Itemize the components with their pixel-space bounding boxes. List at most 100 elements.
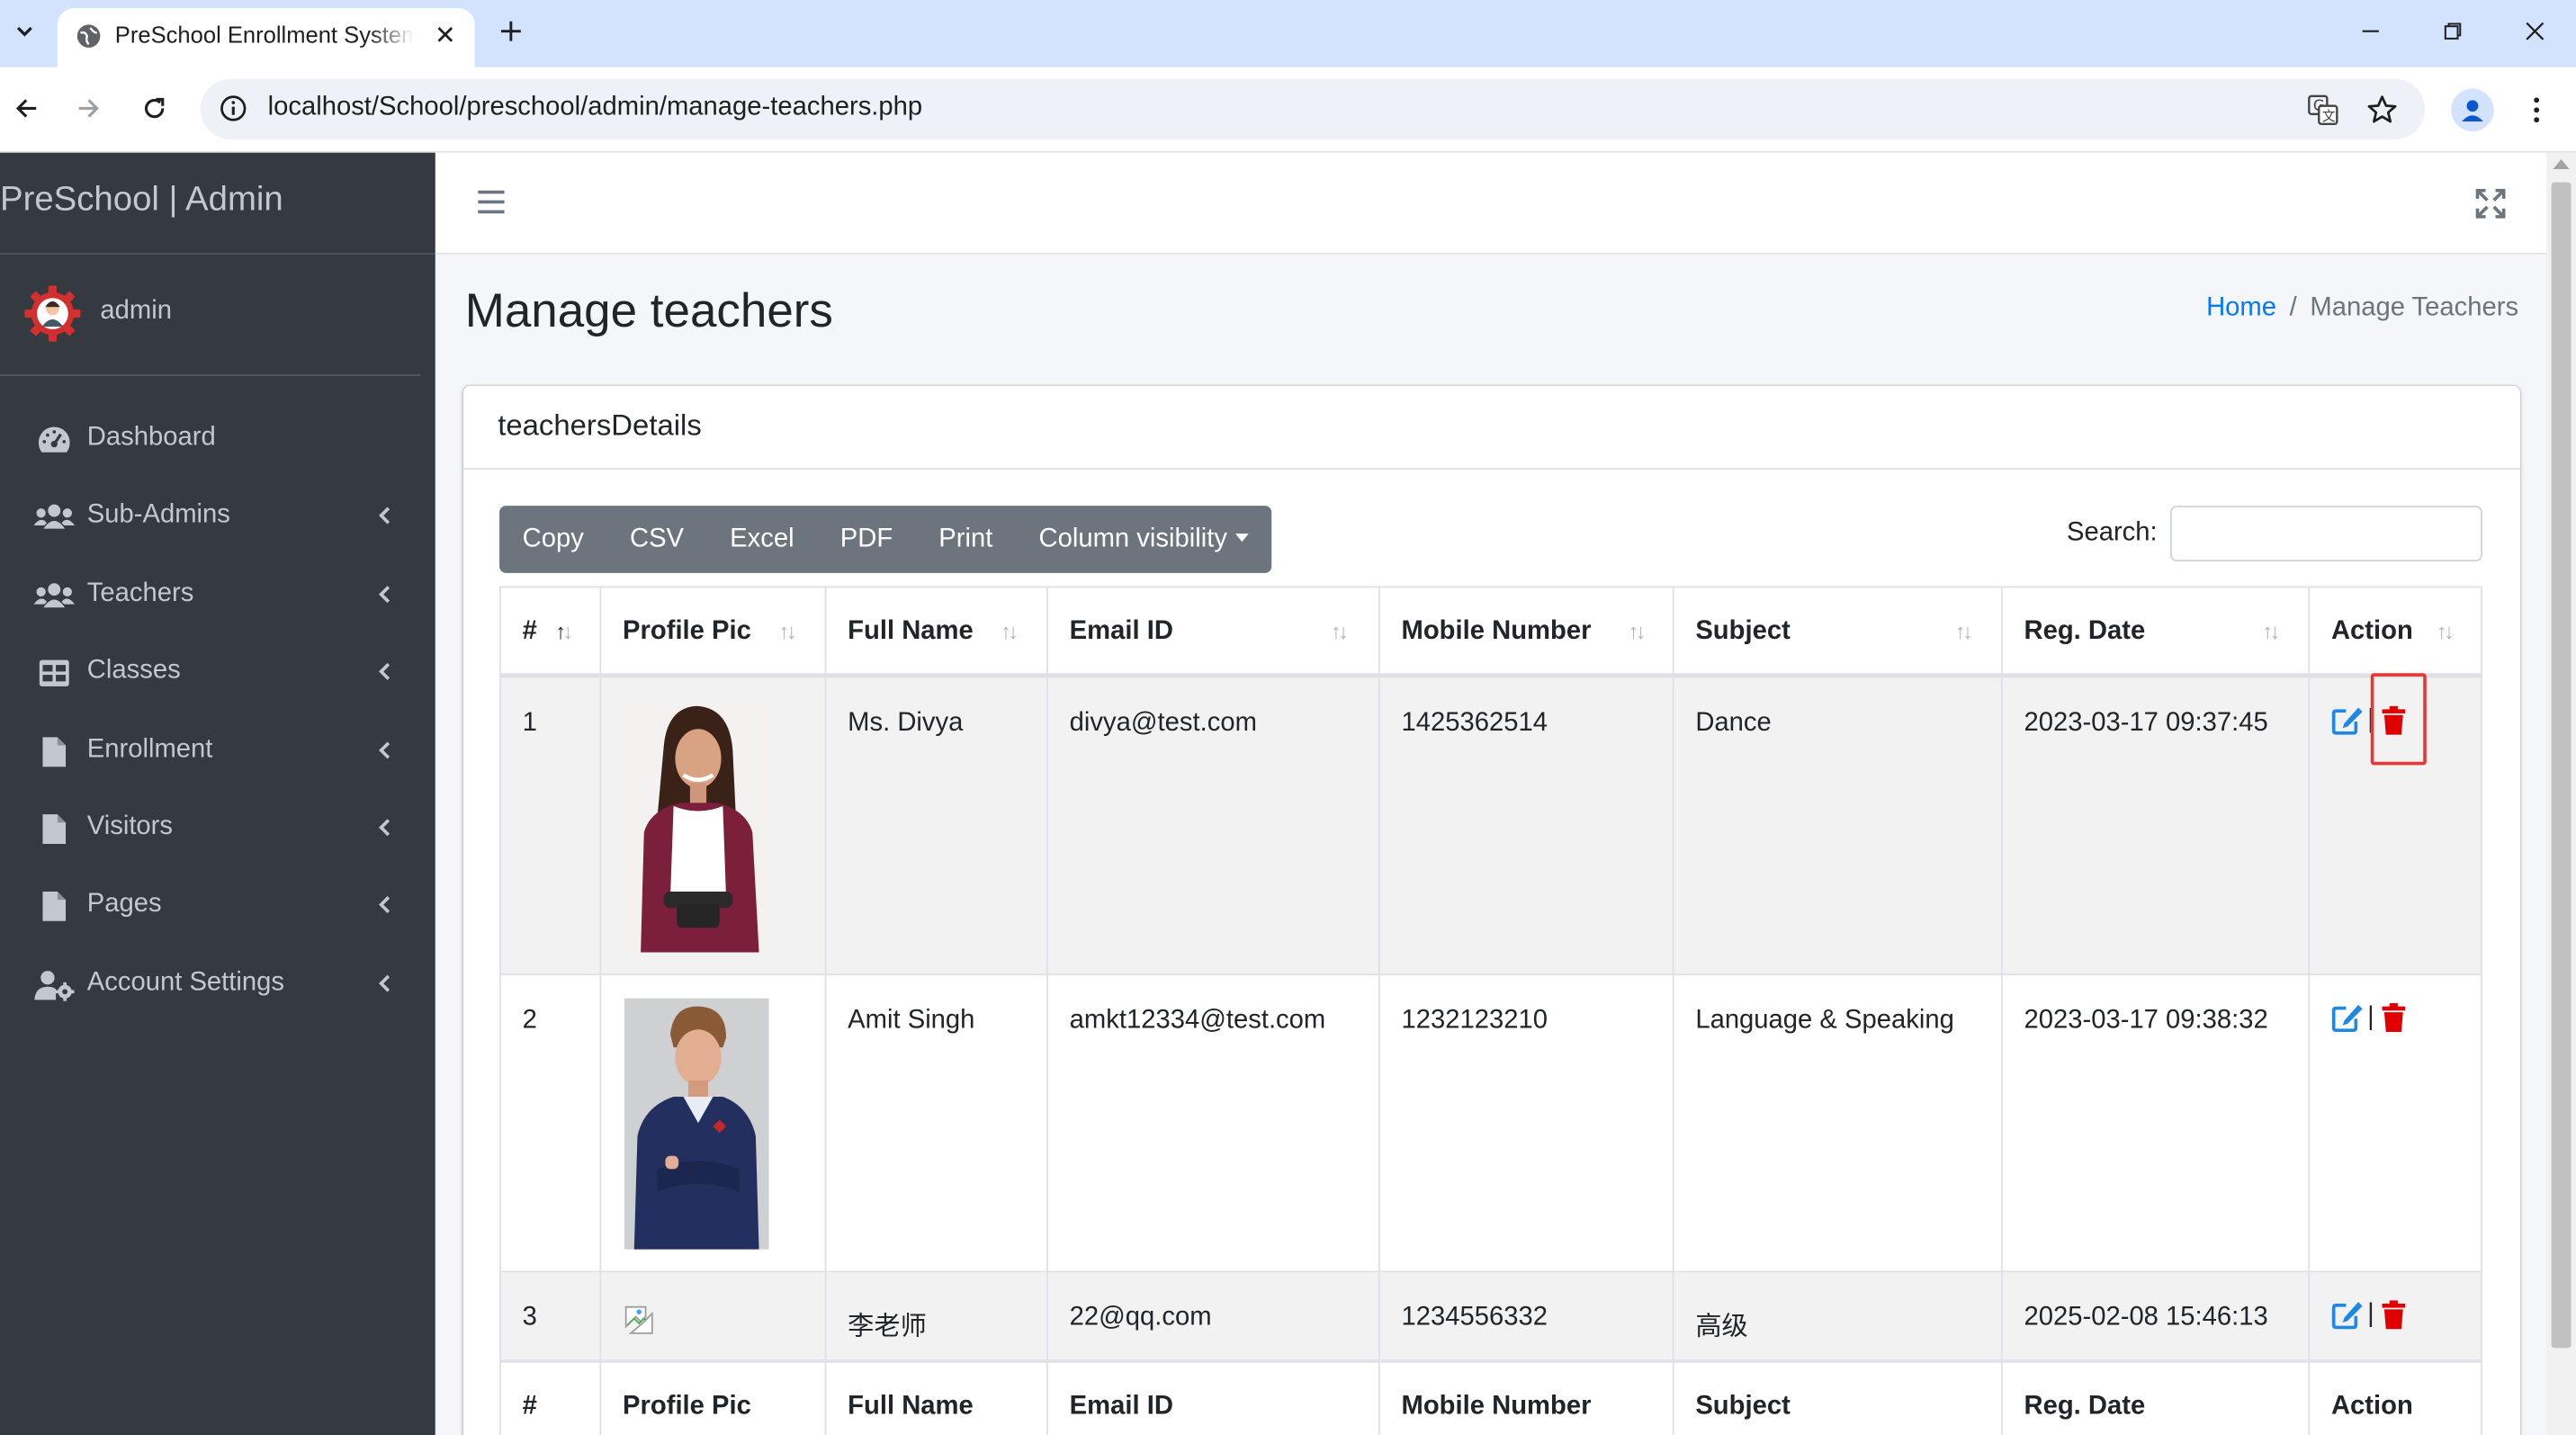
teacher-photo-man xyxy=(624,998,769,1250)
cell-full-name: Ms. Divya xyxy=(824,677,1047,976)
table-icon xyxy=(33,655,76,691)
browser-tab-strip: PreSchool Enrollment System xyxy=(0,0,2576,67)
cell-email: divya@test.com xyxy=(1046,677,1378,976)
footer-cell: # xyxy=(499,1360,600,1435)
reg-date: 2023-03-17 09:38:32 xyxy=(2024,1006,2268,1035)
plus-icon[interactable] xyxy=(493,13,529,49)
info-icon[interactable] xyxy=(219,94,248,123)
column-header-label: # xyxy=(522,617,537,646)
trash-icon[interactable] xyxy=(2377,1299,2410,1332)
close-window-icon[interactable] xyxy=(2510,10,2560,52)
search-input[interactable] xyxy=(2170,506,2482,562)
footer-cell: Full Name xyxy=(824,1360,1047,1435)
footer-cell: Reg. Date xyxy=(2000,1360,2309,1435)
column-header-reg-date[interactable]: Reg. Date ↑↓ xyxy=(2000,586,2309,678)
csv-button[interactable]: CSV xyxy=(606,506,706,573)
column-header-label: Profile Pic xyxy=(623,617,751,646)
sidebar-item-enrollment[interactable]: Enrollment xyxy=(0,714,435,790)
action-separator: | xyxy=(2367,1003,2374,1032)
footer-cell: Action xyxy=(2308,1360,2482,1435)
sort-icon: ↑↓ xyxy=(1000,619,1019,644)
table-footer: # Profile Pic Full Name Email ID Mobile … xyxy=(499,1360,2482,1435)
column-header-action[interactable]: Action ↑↓ xyxy=(2308,586,2482,678)
chevron-left-icon xyxy=(374,972,394,995)
search-label: Search: xyxy=(2066,518,2158,547)
fullscreen-icon[interactable] xyxy=(2473,185,2509,221)
sort-icon: ↑↓ xyxy=(1330,619,1349,644)
kebab-menu-icon[interactable] xyxy=(2520,89,2554,131)
column-header-profile-pic[interactable]: Profile Pic ↑↓ xyxy=(599,586,825,678)
sidebar-item-account-settings[interactable]: Account Settings xyxy=(0,947,435,1023)
reg-date: 2025-02-08 15:46:13 xyxy=(2024,1304,2268,1332)
cell-action: | xyxy=(2308,1272,2482,1361)
sidebar-item-sub-admins[interactable]: Sub-Admins xyxy=(0,480,435,555)
breadcrumb-current: Manage Teachers xyxy=(2310,293,2519,322)
column-visibility-label: Column visibility xyxy=(1038,525,1227,554)
column-header-label: Full Name xyxy=(848,617,974,646)
footer-cell: Email ID xyxy=(1046,1360,1378,1435)
column-visibility-button[interactable]: Column visibility xyxy=(1016,506,1271,573)
svg-text:文: 文 xyxy=(2322,109,2336,124)
cell-action: | xyxy=(2308,677,2482,976)
browser-toolbar: localhost/School/preschool/admin/manage-… xyxy=(0,67,2576,153)
trash-icon[interactable] xyxy=(2377,1001,2410,1034)
hamburger-icon[interactable] xyxy=(475,185,508,218)
copy-button[interactable]: Copy xyxy=(499,506,606,573)
reload-icon[interactable] xyxy=(135,89,175,129)
footer-label: Email ID xyxy=(1069,1392,1173,1421)
sort-icon: ↑↓ xyxy=(778,619,796,644)
scroll-up-arrow-icon[interactable] xyxy=(2553,159,2570,169)
sidebar-item-label: Teachers xyxy=(86,579,194,608)
sidebar-item-teachers[interactable]: Teachers xyxy=(0,558,435,633)
restore-icon[interactable] xyxy=(2428,10,2478,52)
caret-down-icon xyxy=(1235,534,1249,543)
edit-icon[interactable] xyxy=(2331,1299,2365,1332)
sidebar-item-pages[interactable]: Pages xyxy=(0,868,435,944)
translate-icon[interactable]: G文 xyxy=(2305,92,2341,128)
forward-icon[interactable] xyxy=(69,89,109,129)
column-header-label: Subject xyxy=(1695,617,1791,646)
row-actions: | xyxy=(2331,1299,2410,1332)
teacher-subject: Language & Speaking xyxy=(1695,1006,1954,1035)
back-icon[interactable] xyxy=(6,89,46,129)
sidebar-item-dashboard[interactable]: Dashboard xyxy=(0,402,435,478)
broken-image-icon xyxy=(624,1305,654,1335)
browser-tab-active[interactable]: PreSchool Enrollment System xyxy=(57,8,475,67)
column-header-full-name[interactable]: Full Name ↑↓ xyxy=(824,586,1047,678)
trash-icon[interactable] xyxy=(2377,704,2410,737)
edit-icon[interactable] xyxy=(2331,1001,2365,1034)
reg-date: 2023-03-17 09:37:45 xyxy=(2024,709,2268,738)
sidebar-item-classes[interactable]: Classes xyxy=(0,635,435,711)
user-panel: admin xyxy=(0,255,421,376)
sidebar-item-label: Sub-Admins xyxy=(86,500,230,529)
close-icon[interactable] xyxy=(430,20,460,49)
column-header-mobile[interactable]: Mobile Number ↑↓ xyxy=(1378,586,1673,678)
print-button[interactable]: Print xyxy=(916,506,1016,573)
footer-cell: Mobile Number xyxy=(1378,1360,1673,1435)
sort-icon: ↑↓ xyxy=(1628,619,1646,644)
profile-icon[interactable] xyxy=(2451,88,2494,131)
column-header-subject[interactable]: Subject ↑↓ xyxy=(1672,586,2001,678)
brand-link[interactable]: PreSchool | Admin xyxy=(0,153,435,255)
star-icon[interactable] xyxy=(2364,92,2400,128)
page-scrollbar[interactable] xyxy=(2546,152,2576,1435)
excel-button[interactable]: Excel xyxy=(707,506,818,573)
address-bar[interactable]: localhost/School/preschool/admin/manage-… xyxy=(200,78,2426,140)
teacher-name: 李老师 xyxy=(848,1310,927,1341)
tab-list-icon[interactable] xyxy=(6,13,42,49)
sidebar-item-visitors[interactable]: Visitors xyxy=(0,792,435,867)
url-text: localhost/School/preschool/admin/manage-… xyxy=(267,94,923,122)
scrollbar-thumb[interactable] xyxy=(2551,182,2572,1349)
column-header-email[interactable]: Email ID ↑↓ xyxy=(1046,586,1378,678)
minimize-icon[interactable] xyxy=(2346,10,2395,52)
breadcrumb-home-link[interactable]: Home xyxy=(2206,294,2276,324)
export-button-group: Copy CSV Excel PDF Print Column visibili… xyxy=(499,506,1272,573)
pdf-button[interactable]: PDF xyxy=(817,506,916,573)
sidebar-item-label: Classes xyxy=(86,656,181,685)
breadcrumb-separator: / xyxy=(2289,293,2297,322)
column-header-number[interactable]: # ↑↓ xyxy=(499,586,600,678)
teacher-email: 22@qq.com xyxy=(1069,1304,1212,1332)
user-name[interactable]: admin xyxy=(100,297,172,327)
teachers-card: teachersDetails Copy CSV Excel PDF Print… xyxy=(462,385,2520,1435)
edit-icon[interactable] xyxy=(2331,704,2365,737)
